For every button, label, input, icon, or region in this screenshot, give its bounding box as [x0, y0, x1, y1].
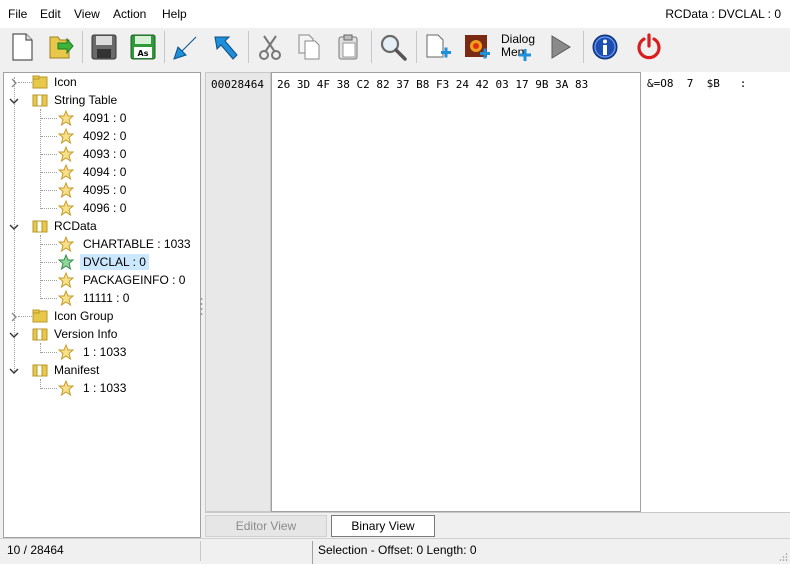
menu-edit[interactable]: Edit [40, 7, 61, 21]
tab-binary-view[interactable]: Binary View [331, 515, 435, 537]
status-selection: Selection - Offset: 0 Length: 0 [318, 543, 477, 557]
save-as-button[interactable]: As [126, 30, 160, 64]
chevron-down-icon[interactable] [9, 366, 19, 376]
menu-action[interactable]: Action [113, 7, 146, 21]
star-icon [58, 236, 74, 252]
tree-item-string[interactable]: 4092 : 0 [58, 127, 129, 145]
cut-icon [259, 35, 281, 60]
ascii-column[interactable]: &=O8 7 $B : [641, 72, 790, 512]
tab-editor-view[interactable]: Editor View [205, 515, 327, 537]
tree-item-rcdata[interactable]: PACKAGEINFO : 0 [58, 271, 188, 289]
chevron-down-icon[interactable] [9, 330, 19, 340]
splitter-handle[interactable] [200, 296, 203, 316]
paste-button[interactable] [331, 30, 365, 64]
import-icon [173, 36, 197, 60]
exit-button[interactable] [632, 30, 666, 64]
new-file-icon [12, 33, 33, 61]
paste-icon [338, 34, 358, 60]
run-script-button[interactable] [543, 30, 577, 64]
save-icon [91, 34, 117, 60]
power-icon [637, 33, 661, 60]
tree-item-string[interactable]: 4094 : 0 [58, 163, 129, 181]
tree-node-rcdata[interactable]: RCData [32, 217, 100, 235]
tree-node-string-table[interactable]: String Table [32, 91, 120, 109]
offset-value: 00028464 [211, 78, 264, 91]
chevron-right-icon[interactable] [9, 78, 19, 88]
open-button[interactable] [44, 30, 78, 64]
status-position: 10 / 28464 [7, 543, 64, 557]
add-image-icon [465, 35, 490, 59]
import-button[interactable] [169, 30, 203, 64]
resize-grip-icon[interactable] [778, 552, 788, 562]
add-resource-icon [426, 34, 451, 58]
view-tabs: Editor View Binary View [205, 512, 790, 538]
tree-item-string[interactable]: 4096 : 0 [58, 199, 129, 217]
menu-view[interactable]: View [74, 7, 100, 21]
tree-node-version-info[interactable]: Version Info [32, 325, 120, 343]
chevron-down-icon[interactable] [9, 222, 19, 232]
star-icon [58, 344, 74, 360]
star-icon [58, 110, 74, 126]
resource-tree[interactable]: Icon String Table 4091 : 0 4092 : 0 4093… [3, 72, 201, 538]
export-button[interactable] [208, 30, 242, 64]
info-button[interactable] [588, 30, 622, 64]
tree-item-string[interactable]: 4093 : 0 [58, 145, 129, 163]
find-icon [380, 34, 407, 61]
menu-help[interactable]: Help [162, 7, 187, 21]
star-icon [58, 146, 74, 162]
star-icon [58, 272, 74, 288]
open-folder-icon [32, 94, 48, 107]
hex-bytes[interactable]: 26 3D 4F 38 C2 82 37 B8 F3 24 42 03 17 9… [277, 78, 588, 91]
tree-item-string[interactable]: 4091 : 0 [58, 109, 129, 127]
info-icon [592, 34, 618, 60]
save-as-icon: As [130, 34, 156, 60]
folder-icon [32, 75, 48, 89]
star-selected-icon [58, 254, 74, 270]
folder-icon [32, 309, 48, 323]
tree-node-icon-group[interactable]: Icon Group [32, 307, 116, 325]
menu-file[interactable]: File [8, 7, 27, 21]
tree-item-string[interactable]: 4095 : 0 [58, 181, 129, 199]
open-folder-icon [32, 220, 48, 233]
offset-column: 00028464 [205, 72, 271, 512]
svg-text:As: As [138, 49, 149, 58]
ascii-text[interactable]: &=O8 7 $B : [647, 77, 746, 90]
run-script-icon [551, 35, 571, 59]
star-icon [58, 164, 74, 180]
chevron-right-icon[interactable] [9, 312, 19, 322]
tree-item-rcdata[interactable]: CHARTABLE : 1033 [58, 235, 194, 253]
star-icon [58, 200, 74, 216]
add-image-button[interactable] [460, 30, 494, 64]
tree-item-rcdata-selected[interactable]: DVCLAL : 0 [58, 253, 149, 271]
open-folder-icon [32, 364, 48, 377]
find-button[interactable] [376, 30, 410, 64]
open-folder-icon [32, 328, 48, 341]
open-folder-icon [49, 36, 74, 59]
tree-item-manifest[interactable]: 1 : 1033 [58, 379, 129, 397]
menu-bar: File Edit View Action Help RCData : DVCL… [0, 0, 790, 28]
star-icon [58, 128, 74, 144]
copy-button[interactable] [292, 30, 326, 64]
chevron-down-icon[interactable] [9, 96, 19, 106]
tree-node-manifest[interactable]: Manifest [32, 361, 102, 379]
export-icon [214, 36, 238, 60]
add-dialog-menu-button[interactable]: Dialog Men [497, 30, 537, 64]
binary-editor[interactable]: 00028464 26 3D 4F 38 C2 82 37 B8 F3 24 4… [205, 72, 790, 512]
save-button[interactable] [87, 30, 121, 64]
tree-item-rcdata[interactable]: 11111 : 0 [58, 289, 132, 307]
toolbar: As Dialog Men [0, 28, 790, 68]
star-icon [58, 380, 74, 396]
tree-node-icon[interactable]: Icon [32, 73, 80, 91]
add-resource-button[interactable] [421, 30, 455, 64]
new-file-button[interactable] [5, 30, 39, 64]
cut-button[interactable] [253, 30, 287, 64]
status-bar: 10 / 28464 Selection - Offset: 0 Length:… [0, 538, 790, 564]
star-icon [58, 290, 74, 306]
hex-column[interactable]: 26 3D 4F 38 C2 82 37 B8 F3 24 42 03 17 9… [271, 72, 641, 512]
star-icon [58, 182, 74, 198]
copy-icon [298, 34, 320, 60]
window-title: RCData : DVCLAL : 0 [665, 7, 781, 21]
tree-item-version-info[interactable]: 1 : 1033 [58, 343, 129, 361]
